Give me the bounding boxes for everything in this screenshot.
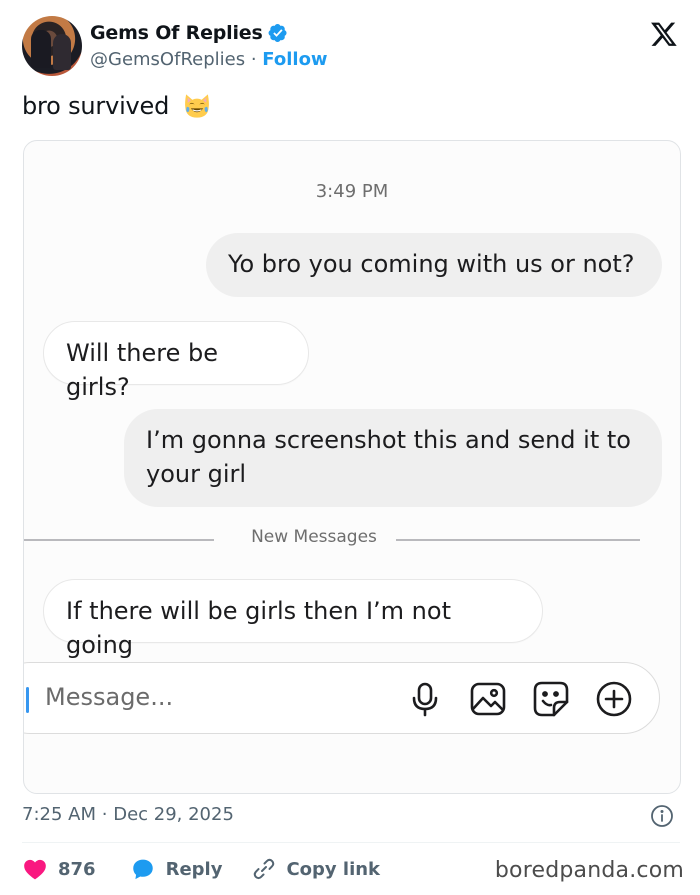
tweet-header: Gems Of Replies @GemsOfReplies · Follow (22, 16, 682, 78)
divider-line (396, 539, 640, 541)
like-button[interactable]: 876 (22, 856, 96, 882)
add-icon[interactable] (595, 680, 633, 718)
received-message-bubble: Will there be girls? (43, 321, 309, 401)
received-message-bubble: If there will be girls then I’m not goin… (43, 579, 543, 659)
copy-link-button[interactable]: Copy link (252, 857, 380, 881)
info-icon[interactable] (650, 804, 674, 828)
tweet-timestamp[interactable]: 7:25 AM · Dec 29, 2025 (22, 804, 234, 825)
tweet-time: 7:25 AM (22, 804, 96, 825)
copy-link-label: Copy link (286, 858, 381, 880)
author-name-row: Gems Of Replies (90, 22, 288, 44)
message-timestamp: 3:49 PM (315, 181, 389, 202)
reply-button[interactable]: Reply (130, 856, 223, 882)
author-display-name[interactable]: Gems Of Replies (90, 22, 263, 44)
message-input-placeholder[interactable]: Message... (45, 683, 173, 711)
sent-message-bubble: Yo bro you coming with us or not? (206, 233, 662, 297)
text-cursor (26, 687, 29, 713)
author-handle-row: @GemsOfReplies · Follow (90, 49, 328, 70)
message-text: Yo bro you coming with us or not? (228, 250, 635, 278)
footer-divider (22, 842, 680, 843)
message-text-line: your girl (146, 460, 247, 488)
divider-label: New Messages (251, 527, 377, 547)
timestamp-separator: · (101, 804, 108, 825)
tweet-text: bro survived (22, 92, 211, 120)
like-count: 876 (58, 858, 96, 880)
x-logo-icon[interactable] (650, 20, 678, 48)
link-icon (254, 858, 275, 880)
message-composer[interactable]: Message... (24, 662, 660, 734)
message-text-line: I’m gonna screenshot this and send it to (146, 426, 631, 454)
action-bar: 876 Reply Copy link (22, 853, 380, 885)
heart-icon (24, 859, 46, 880)
tweet-text-content: bro survived (22, 92, 170, 120)
follow-button[interactable]: Follow (262, 49, 327, 70)
watermark: boredpanda.com (494, 858, 684, 883)
tweet-date: Dec 29, 2025 (113, 804, 234, 825)
message-text: If there will be girls then I’m not goin… (66, 597, 451, 659)
avatar[interactable] (22, 16, 82, 76)
sent-message-bubble: I’m gonna screenshot this and send it to… (124, 409, 662, 507)
divider-line (24, 539, 214, 541)
image-icon[interactable] (469, 680, 507, 718)
new-messages-divider: New Messages (24, 527, 644, 553)
crying-laughing-cat-icon (184, 94, 209, 118)
author-handle[interactable]: @GemsOfReplies (90, 49, 245, 70)
reply-bubble-icon (132, 859, 153, 880)
microphone-icon[interactable] (406, 680, 444, 718)
reply-label: Reply (165, 858, 223, 880)
sticker-icon[interactable] (532, 680, 570, 718)
handle-separator: · (250, 49, 257, 70)
screenshot-image[interactable]: 3:49 PM Yo bro you coming with us or not… (23, 140, 681, 794)
message-text: Will there be girls? (66, 339, 218, 401)
verified-badge-icon (268, 23, 288, 43)
